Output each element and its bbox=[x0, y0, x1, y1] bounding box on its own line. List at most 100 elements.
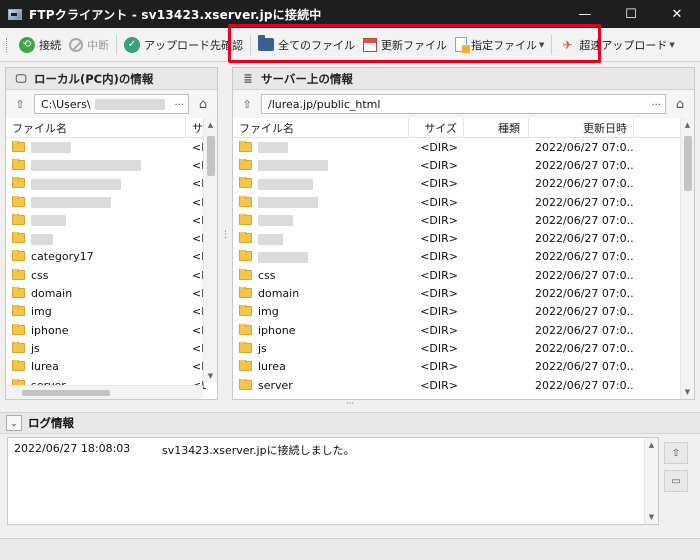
local-col-name[interactable]: ファイル名 bbox=[6, 118, 186, 138]
server-col-name[interactable]: ファイル名 bbox=[233, 118, 409, 138]
local-file-row[interactable]: <D bbox=[6, 211, 217, 229]
collapse-icon[interactable]: ⌄ bbox=[6, 415, 22, 431]
local-file-row[interactable]: css<D bbox=[6, 266, 217, 284]
local-horizontal-scrollbar[interactable] bbox=[6, 385, 203, 399]
file-date-cell: 2022/06/27 07:0... bbox=[535, 177, 634, 191]
server-file-row[interactable]: <DIR> 2022/06/27 07:0... bbox=[233, 193, 694, 211]
redacted-name bbox=[31, 160, 141, 172]
log-title: ログ情報 bbox=[28, 416, 74, 430]
redacted-name bbox=[258, 197, 318, 209]
server-file-row[interactable]: iphone <DIR> 2022/06/27 07:0... bbox=[233, 321, 694, 339]
server-file-row[interactable]: css <DIR> 2022/06/27 07:0... bbox=[233, 266, 694, 284]
scroll-up-icon[interactable]: ▲ bbox=[645, 438, 658, 452]
local-file-row[interactable]: <D bbox=[6, 138, 217, 156]
file-name: lurea bbox=[258, 360, 286, 374]
server-file-row[interactable]: js <DIR> 2022/06/27 07:0... bbox=[233, 339, 694, 357]
server-path-input[interactable]: /lurea.jp/public_html ... bbox=[261, 94, 666, 114]
fast-upload-button[interactable]: ✈ 超速アップロード ▼ bbox=[555, 33, 678, 57]
log-time: 2022/06/27 18:08:03 bbox=[14, 442, 131, 455]
local-file-row[interactable]: img<D bbox=[6, 303, 217, 321]
server-file-row[interactable]: lurea <DIR> 2022/06/27 07:0... bbox=[233, 358, 694, 376]
server-path-browse[interactable]: ... bbox=[651, 97, 661, 108]
close-button[interactable]: ✕ bbox=[654, 0, 700, 28]
toolbar-grip[interactable] bbox=[6, 37, 9, 52]
file-name-cell: iphone bbox=[233, 323, 409, 337]
home-icon[interactable]: ⌂ bbox=[670, 94, 690, 114]
local-path-input[interactable]: C:\Users\ ... bbox=[34, 94, 189, 114]
local-file-row[interactable]: <D bbox=[6, 229, 217, 247]
server-panel-title: サーバー上の情報 bbox=[261, 71, 353, 86]
server-file-row[interactable]: img <DIR> 2022/06/27 07:0... bbox=[233, 303, 694, 321]
local-file-row[interactable]: iphone<D bbox=[6, 321, 217, 339]
all-files-button[interactable]: 全てのファイル bbox=[254, 33, 359, 57]
local-file-row[interactable]: domain<D bbox=[6, 284, 217, 302]
server-file-row[interactable]: <DIR> 2022/06/27 07:0... bbox=[233, 175, 694, 193]
server-file-list[interactable]: ファイル名 サイズ 種類 更新日時 <DIR> 2022/06/27 07:0..… bbox=[233, 118, 694, 399]
window-controls: — ☐ ✕ bbox=[562, 0, 700, 28]
server-col-type[interactable]: 種類 bbox=[464, 118, 529, 138]
server-col-date[interactable]: 更新日時 bbox=[529, 118, 634, 138]
scroll-up-icon[interactable]: ▲ bbox=[204, 118, 217, 132]
file-name: server bbox=[258, 378, 293, 392]
local-file-row[interactable]: <D bbox=[6, 175, 217, 193]
folder-up-icon[interactable]: ⇧ bbox=[237, 94, 257, 114]
folder-up-icon[interactable]: ⇧ bbox=[10, 94, 30, 114]
log-entry: 2022/06/27 18:08:03 sv13423.xserver.jpに接… bbox=[14, 442, 355, 458]
local-file-row[interactable]: <D bbox=[6, 193, 217, 211]
minimize-button[interactable]: — bbox=[562, 0, 608, 28]
scroll-down-icon[interactable]: ▼ bbox=[681, 385, 694, 399]
server-file-row[interactable]: <DIR> 2022/06/27 07:0... bbox=[233, 138, 694, 156]
document-icon bbox=[455, 37, 470, 53]
local-file-row[interactable]: category17<D bbox=[6, 248, 217, 266]
scroll-to-top-button[interactable]: ⇧ bbox=[664, 442, 688, 464]
redacted-name bbox=[31, 178, 121, 190]
local-file-row[interactable]: <D bbox=[6, 156, 217, 174]
server-panel: ≣ サーバー上の情報 ⇧ /lurea.jp/public_html ... ⌂… bbox=[232, 67, 695, 400]
scroll-down-icon[interactable]: ▼ bbox=[204, 369, 217, 383]
server-file-row[interactable]: <DIR> 2022/06/27 07:0... bbox=[233, 211, 694, 229]
local-panel: 🖵 ローカル(PC内)の情報 ⇧ C:\Users\ ... ⌂ ファイル名 サ… bbox=[5, 67, 218, 400]
rocket-icon: ✈ bbox=[562, 37, 573, 52]
log-vertical-scrollbar[interactable]: ▲ ▼ bbox=[644, 438, 658, 524]
file-name-cell bbox=[6, 177, 186, 190]
server-col-size[interactable]: サイズ bbox=[409, 118, 464, 138]
server-file-row[interactable]: <DIR> 2022/06/27 07:0... bbox=[233, 248, 694, 266]
local-vertical-scrollbar[interactable]: ▲ ▼ bbox=[203, 118, 217, 383]
scroll-thumb[interactable] bbox=[207, 136, 215, 176]
log-panel[interactable]: 2022/06/27 18:08:03 sv13423.xserver.jpに接… bbox=[7, 437, 659, 525]
specified-files-button[interactable]: 指定ファイル ▼ bbox=[451, 33, 548, 57]
server-file-row[interactable]: <DIR> 2022/06/27 07:0... bbox=[233, 229, 694, 247]
scroll-thumb[interactable] bbox=[22, 390, 110, 396]
file-size-cell: <DIR> bbox=[420, 287, 458, 301]
vertical-splitter[interactable]: ⋮ bbox=[221, 230, 230, 242]
local-path-browse[interactable]: ... bbox=[174, 97, 184, 108]
open-folder-button[interactable]: ▭ bbox=[664, 470, 688, 492]
calendar-icon bbox=[363, 37, 377, 52]
local-file-row[interactable]: lurea<D bbox=[6, 358, 217, 376]
maximize-button[interactable]: ☐ bbox=[608, 0, 654, 28]
server-file-row[interactable]: domain <DIR> 2022/06/27 07:0... bbox=[233, 284, 694, 302]
connect-button[interactable]: ⟲ 接続 bbox=[15, 33, 65, 57]
file-size-cell: <DIR> bbox=[420, 360, 458, 374]
local-file-row[interactable]: js<D bbox=[6, 339, 217, 357]
log-message: sv13423.xserver.jpに接続しました。 bbox=[162, 444, 355, 457]
server-vertical-scrollbar[interactable]: ▲ ▼ bbox=[680, 118, 694, 399]
scroll-down-icon[interactable]: ▼ bbox=[645, 510, 658, 524]
file-name: js bbox=[31, 341, 40, 355]
home-icon[interactable]: ⌂ bbox=[193, 94, 213, 114]
local-file-list[interactable]: ファイル名 サ <D<D<D<D<D<Dcategory17<Dcss<Ddom… bbox=[6, 118, 217, 399]
upload-destination-button[interactable]: ✓ アップロード先確認 bbox=[120, 33, 247, 57]
file-size-cell: <DIR> bbox=[420, 305, 458, 319]
scroll-thumb[interactable] bbox=[684, 136, 692, 191]
file-name-cell bbox=[233, 250, 409, 263]
server-file-row[interactable]: <DIR> 2022/06/27 07:0... bbox=[233, 156, 694, 174]
folder-icon bbox=[239, 378, 252, 390]
redacted-name bbox=[31, 197, 111, 209]
updated-files-button[interactable]: 更新ファイル bbox=[359, 33, 451, 57]
folder-icon bbox=[239, 213, 252, 225]
scroll-up-icon[interactable]: ▲ bbox=[681, 118, 694, 132]
folder-icon bbox=[12, 195, 25, 207]
server-file-row[interactable]: server <DIR> 2022/06/27 07:0... bbox=[233, 376, 694, 394]
horizontal-splitter[interactable]: ··· bbox=[340, 400, 360, 410]
disconnect-button[interactable]: 中断 bbox=[65, 33, 113, 57]
